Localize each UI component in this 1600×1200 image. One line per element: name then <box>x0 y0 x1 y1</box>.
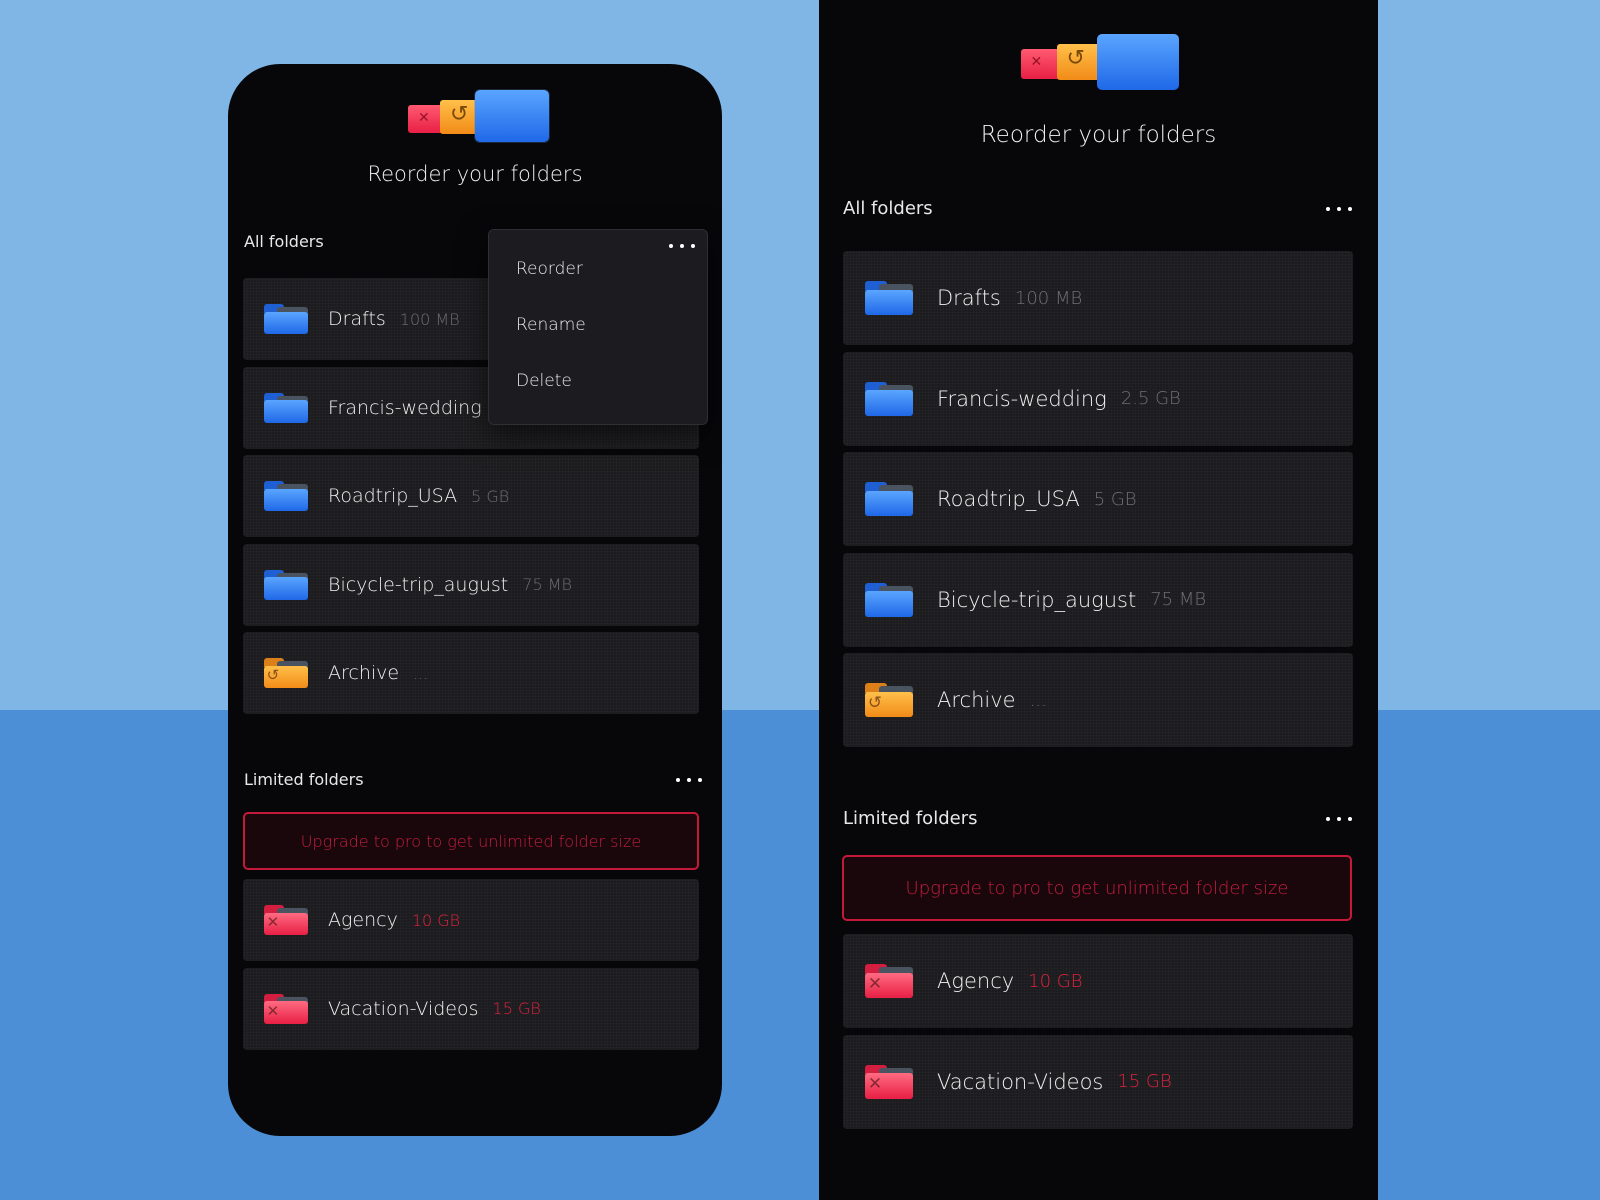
all-folders-label: All folders <box>843 198 933 219</box>
blue-folder-icon <box>264 304 308 334</box>
folder-name: Agency <box>328 909 398 931</box>
archive-folder-icon: ↺ <box>264 658 308 688</box>
locked-folder-icon: ✕ <box>865 964 913 998</box>
more-options-button[interactable] <box>1326 816 1352 821</box>
folder-size: 10 GB <box>411 910 461 930</box>
context-menu: Reorder Rename Delete <box>488 229 708 425</box>
folder-name: Roadtrip_USA <box>328 485 458 507</box>
folder-name: Agency <box>937 969 1015 993</box>
more-options-button[interactable] <box>676 777 702 782</box>
folder-size: 100 MB <box>399 309 460 329</box>
locked-folder-icon: ✕ <box>264 905 308 935</box>
folder-size: 75 MB <box>1150 589 1207 610</box>
folder-row[interactable]: ✕ Vacation-Videos 15 GB <box>843 1034 1353 1129</box>
folder-size: 5 GB <box>1093 488 1137 510</box>
folder-row[interactable]: Bicycle-trip_august 75 MB <box>243 543 699 626</box>
folder-row[interactable]: Francis-wedding 2.5 GB <box>843 351 1353 446</box>
folder-row[interactable]: ↺ Archive... <box>243 632 699 714</box>
folder-name: Archive <box>937 688 1016 712</box>
folder-name: Bicycle-trip_august <box>328 573 509 596</box>
folder-name: Bicycle-trip_august <box>937 587 1137 612</box>
folder-size: 2.5 GB <box>1120 388 1181 409</box>
blue-folder-icon <box>264 569 308 600</box>
folders-illustration-icon: ✕ ↺ <box>400 90 550 150</box>
folder-row[interactable]: ✕ Agency 10 GB <box>243 879 699 961</box>
folder-row[interactable]: Roadtrip_USA 5 GB <box>843 452 1353 546</box>
folder-name: Roadtrip_USA <box>937 487 1080 511</box>
blue-folder-icon <box>865 281 913 315</box>
limited-folders-label: Limited folders <box>244 770 364 789</box>
folder-name: Archive <box>328 662 400 684</box>
upgrade-banner[interactable]: Upgrade to pro to get unlimited folder s… <box>842 855 1352 921</box>
screen-panel: ✕ ↺ Reorder your folders All folders Dra… <box>819 0 1378 1200</box>
all-folders-header: All folders <box>843 198 1352 219</box>
menu-item-reorder[interactable]: Reorder <box>516 259 583 279</box>
upgrade-banner[interactable]: Upgrade to pro to get unlimited folder s… <box>243 812 699 870</box>
more-options-button[interactable] <box>1326 206 1352 211</box>
blue-folder-icon <box>264 392 308 423</box>
locked-folder-icon: ✕ <box>264 993 308 1024</box>
folder-name: Vacation-Videos <box>328 997 479 1020</box>
more-options-button[interactable] <box>669 244 695 248</box>
upgrade-banner-text: Upgrade to pro to get unlimited folder s… <box>905 877 1289 899</box>
folder-row[interactable]: Drafts 100 MB <box>843 251 1353 345</box>
all-folders-label: All folders <box>244 232 324 251</box>
folder-row[interactable]: Bicycle-trip_august 75 MB <box>843 552 1353 647</box>
folder-size: 75 MB <box>522 575 572 594</box>
folder-size: ... <box>1029 689 1047 711</box>
limited-folders-header: Limited folders <box>843 808 1352 829</box>
folder-size: 100 MB <box>1014 287 1083 309</box>
page-title: Reorder your folders <box>980 122 1217 148</box>
blue-folder-icon <box>264 481 308 511</box>
folder-size: 15 GB <box>1117 1071 1172 1092</box>
folder-name: Francis-wedding <box>328 396 482 419</box>
folder-name: Vacation-Videos <box>937 1069 1104 1094</box>
page-title: Reorder your folders <box>367 162 583 186</box>
folder-name: Drafts <box>328 308 386 330</box>
limited-folders-header: Limited folders <box>244 770 702 789</box>
locked-folder-icon: ✕ <box>865 1064 913 1099</box>
folders-illustration-icon: ✕ ↺ <box>1017 34 1181 94</box>
folder-name: Drafts <box>937 286 1001 310</box>
phone-mockup: ✕ ↺ Reorder your folders All folders Dra… <box>228 64 722 1136</box>
folder-size: ... <box>413 663 429 683</box>
blue-folder-icon <box>865 582 913 617</box>
upgrade-banner-text: Upgrade to pro to get unlimited folder s… <box>300 831 642 851</box>
folder-size: 5 GB <box>471 486 510 506</box>
blue-folder-icon <box>865 381 913 416</box>
folder-size: 10 GB <box>1028 970 1083 992</box>
folder-size: 15 GB <box>492 999 541 1018</box>
folder-row[interactable]: ↺ Archive... <box>843 653 1353 747</box>
limited-folders-label: Limited folders <box>843 808 978 829</box>
hero: ✕ ↺ Reorder your folders <box>819 34 1378 148</box>
folder-row[interactable]: ✕ Vacation-Videos 15 GB <box>243 967 699 1050</box>
folder-row[interactable]: ✕ Agency 10 GB <box>843 934 1353 1028</box>
hero: ✕ ↺ Reorder your folders <box>228 90 722 186</box>
blue-folder-icon <box>865 482 913 516</box>
folder-name: Francis-wedding <box>937 386 1107 411</box>
menu-item-delete[interactable]: Delete <box>516 371 572 391</box>
archive-folder-icon: ↺ <box>865 683 913 717</box>
menu-item-rename[interactable]: Rename <box>516 315 586 335</box>
folder-row[interactable]: Roadtrip_USA 5 GB <box>243 455 699 537</box>
